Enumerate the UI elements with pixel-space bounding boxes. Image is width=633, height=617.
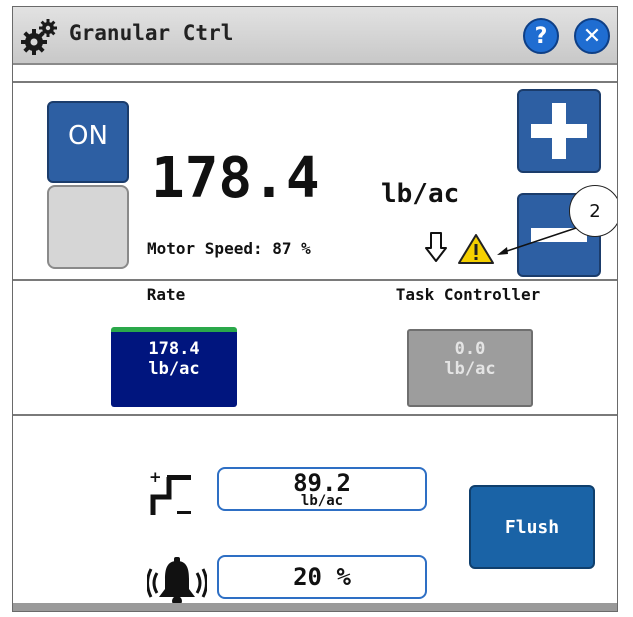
callout-number: 2 — [589, 200, 601, 222]
rate-control-panel: ON 178.4 lb/ac Motor Speed: 87 % 2 — [13, 81, 617, 281]
window-title: Granular Ctrl — [69, 21, 234, 45]
close-icon: ✕ — [582, 23, 602, 49]
bottom-bar — [13, 603, 617, 611]
gear-icon — [21, 19, 57, 55]
alarm-threshold-field[interactable]: 20 % — [217, 555, 427, 599]
rate-source-button[interactable]: 178.4 lb/ac — [111, 327, 237, 407]
help-button[interactable]: ? — [523, 18, 559, 54]
rate-step-unit: lb/ac — [300, 493, 344, 509]
rate-source-value: 178.4 — [148, 339, 200, 359]
svg-text:+: + — [149, 469, 162, 486]
off-button[interactable] — [47, 185, 129, 269]
task-controller-label: Task Controller — [395, 285, 541, 304]
task-controller-unit: lb/ac — [444, 359, 496, 379]
current-rate-value: 178.4 — [151, 146, 320, 211]
task-controller-value: 0.0 — [454, 339, 486, 359]
down-arrow-icon — [425, 232, 447, 262]
current-rate-unit: lb/ac — [381, 179, 460, 209]
flush-button-label: Flush — [504, 516, 560, 538]
warning-icon — [458, 234, 494, 264]
rate-source-label: Rate — [146, 285, 186, 304]
help-icon: ? — [534, 23, 548, 49]
alarm-bell-icon — [147, 557, 207, 606]
callout-marker: 2 — [569, 185, 617, 237]
on-button[interactable]: ON — [47, 101, 129, 183]
task-controller-button[interactable]: 0.0 lb/ac — [407, 329, 533, 407]
close-button[interactable]: ✕ — [574, 18, 610, 54]
rate-step-value: 89.2 — [293, 469, 351, 497]
alarm-threshold-value: 20 % — [293, 563, 351, 591]
rate-step-field[interactable]: 89.2 lb/ac — [217, 467, 427, 511]
on-button-label: ON — [68, 121, 108, 151]
title-bar: Granular Ctrl ? ✕ — [13, 7, 617, 65]
increase-rate-button[interactable] — [517, 89, 601, 173]
plus-icon — [531, 103, 587, 159]
flush-button[interactable]: Flush — [469, 485, 595, 569]
rate-source-unit: lb/ac — [148, 359, 200, 379]
granular-control-window: Granular Ctrl ? ✕ ON 178.4 lb/ac Motor S… — [12, 6, 618, 612]
motor-speed-readout: Motor Speed: 87 % — [147, 239, 311, 258]
rate-source-panel: Rate Task Controller 178.4 lb/ac 0.0 lb/… — [13, 281, 617, 416]
callout-pointer — [497, 226, 580, 255]
step-increment-icon: + — [149, 469, 191, 515]
